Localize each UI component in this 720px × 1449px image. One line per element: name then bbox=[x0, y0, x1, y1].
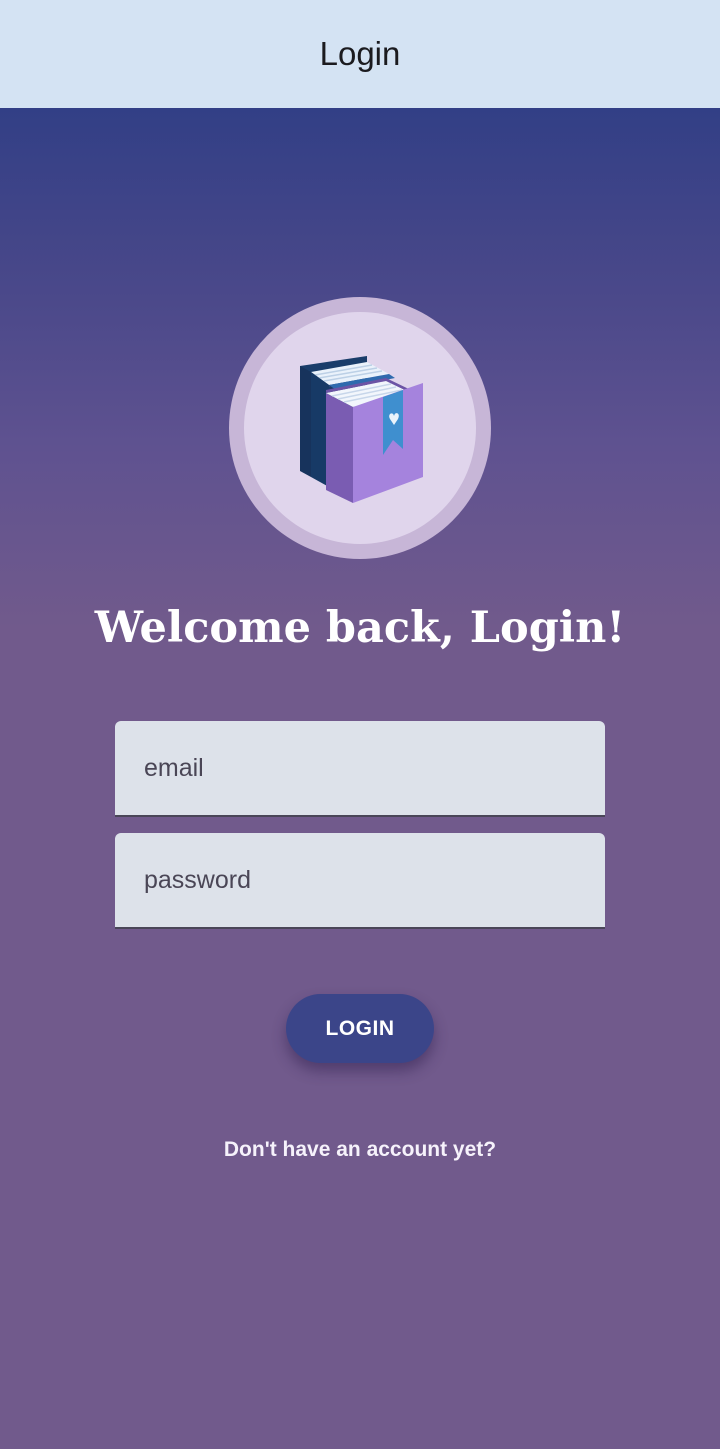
login-content: Welcome back, Login! LOGIN Don't have an… bbox=[0, 108, 720, 1449]
books-icon bbox=[300, 356, 423, 503]
app-bar: Login bbox=[0, 0, 720, 108]
signup-link[interactable]: Don't have an account yet? bbox=[0, 1138, 720, 1162]
logo-avatar bbox=[229, 297, 491, 559]
app-bar-title: Login bbox=[319, 35, 401, 72]
welcome-heading: Welcome back, Login! bbox=[94, 603, 626, 653]
login-button[interactable]: LOGIN bbox=[286, 994, 434, 1063]
email-field[interactable] bbox=[115, 721, 605, 817]
password-field[interactable] bbox=[115, 833, 605, 929]
password-input[interactable] bbox=[115, 833, 605, 927]
login-screen: Login Welcome back, Login! email LOGIN D… bbox=[0, 0, 720, 1449]
email-input[interactable] bbox=[115, 721, 605, 815]
